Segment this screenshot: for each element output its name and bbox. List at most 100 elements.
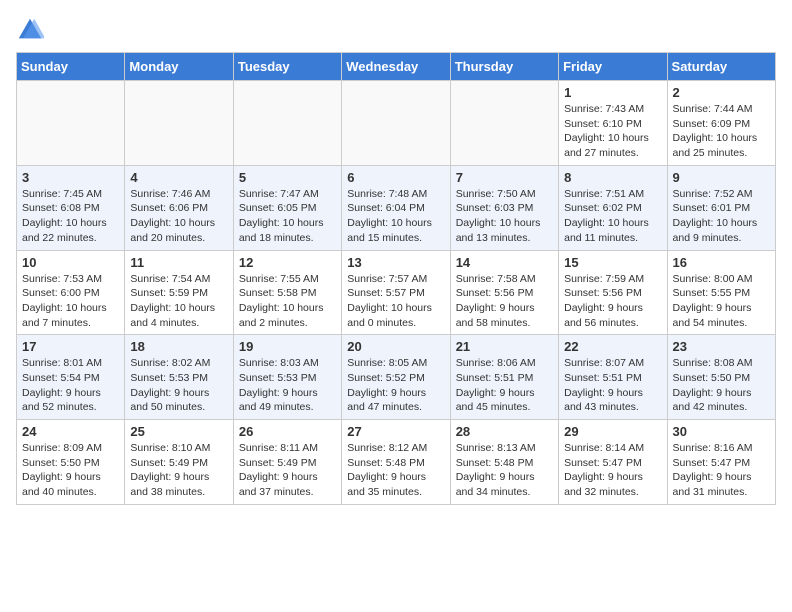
day-number: 5 [239,170,336,185]
day-info: Sunrise: 7:54 AM Sunset: 5:59 PM Dayligh… [130,272,227,331]
day-number: 2 [673,85,770,100]
day-number: 3 [22,170,119,185]
calendar-cell: 6 Sunrise: 7:48 AM Sunset: 6:04 PM Daylig… [342,165,450,250]
day-info: Sunrise: 7:53 AM Sunset: 6:00 PM Dayligh… [22,272,119,331]
calendar-table: SundayMondayTuesdayWednesdayThursdayFrid… [16,52,776,505]
day-info: Sunrise: 8:07 AM Sunset: 5:51 PM Dayligh… [564,356,661,415]
day-number: 30 [673,424,770,439]
calendar-cell: 29 Sunrise: 8:14 AM Sunset: 5:47 PM Dayli… [559,420,667,505]
day-number: 22 [564,339,661,354]
calendar-cell: 18 Sunrise: 8:02 AM Sunset: 5:53 PM Dayli… [125,335,233,420]
calendar-cell: 19 Sunrise: 8:03 AM Sunset: 5:53 PM Dayli… [233,335,341,420]
day-info: Sunrise: 8:09 AM Sunset: 5:50 PM Dayligh… [22,441,119,500]
calendar-cell: 2 Sunrise: 7:44 AM Sunset: 6:09 PM Daylig… [667,81,775,166]
day-number: 7 [456,170,553,185]
calendar-cell: 11 Sunrise: 7:54 AM Sunset: 5:59 PM Dayli… [125,250,233,335]
day-info: Sunrise: 7:47 AM Sunset: 6:05 PM Dayligh… [239,187,336,246]
day-number: 6 [347,170,444,185]
day-info: Sunrise: 8:06 AM Sunset: 5:51 PM Dayligh… [456,356,553,415]
day-number: 20 [347,339,444,354]
logo-icon [16,16,44,44]
calendar-week-row: 3 Sunrise: 7:45 AM Sunset: 6:08 PM Daylig… [17,165,776,250]
calendar-week-row: 10 Sunrise: 7:53 AM Sunset: 6:00 PM Dayli… [17,250,776,335]
calendar-body: 1 Sunrise: 7:43 AM Sunset: 6:10 PM Daylig… [17,81,776,505]
calendar-week-row: 24 Sunrise: 8:09 AM Sunset: 5:50 PM Dayli… [17,420,776,505]
day-info: Sunrise: 8:03 AM Sunset: 5:53 PM Dayligh… [239,356,336,415]
day-info: Sunrise: 7:59 AM Sunset: 5:56 PM Dayligh… [564,272,661,331]
calendar-cell: 23 Sunrise: 8:08 AM Sunset: 5:50 PM Dayli… [667,335,775,420]
calendar-cell [233,81,341,166]
day-info: Sunrise: 7:52 AM Sunset: 6:01 PM Dayligh… [673,187,770,246]
calendar-cell [342,81,450,166]
day-info: Sunrise: 7:44 AM Sunset: 6:09 PM Dayligh… [673,102,770,161]
calendar-cell: 21Sunrise: 8:06 AM Sunset: 5:51 PM Dayli… [450,335,558,420]
day-number: 10 [22,255,119,270]
day-info: Sunrise: 8:01 AM Sunset: 5:54 PM Dayligh… [22,356,119,415]
day-info: Sunrise: 8:11 AM Sunset: 5:49 PM Dayligh… [239,441,336,500]
calendar-cell: 26 Sunrise: 8:11 AM Sunset: 5:49 PM Dayli… [233,420,341,505]
day-number: 8 [564,170,661,185]
calendar-cell: 5 Sunrise: 7:47 AM Sunset: 6:05 PM Daylig… [233,165,341,250]
page-header [16,16,776,44]
day-info: Sunrise: 8:02 AM Sunset: 5:53 PM Dayligh… [130,356,227,415]
day-info: Sunrise: 7:55 AM Sunset: 5:58 PM Dayligh… [239,272,336,331]
day-number: 29 [564,424,661,439]
calendar-cell: 16 Sunrise: 8:00 AM Sunset: 5:55 PM Dayli… [667,250,775,335]
day-number: 17 [22,339,119,354]
day-number: 28 [456,424,553,439]
day-number: 18 [130,339,227,354]
calendar-week-row: 1 Sunrise: 7:43 AM Sunset: 6:10 PM Daylig… [17,81,776,166]
day-number: 24 [22,424,119,439]
day-info: Sunrise: 7:51 AM Sunset: 6:02 PM Dayligh… [564,187,661,246]
day-number: 12 [239,255,336,270]
calendar-cell: 22 Sunrise: 8:07 AM Sunset: 5:51 PM Dayli… [559,335,667,420]
calendar-cell: 27Sunrise: 8:12 AM Sunset: 5:48 PM Dayli… [342,420,450,505]
day-number: 4 [130,170,227,185]
day-info: Sunrise: 8:14 AM Sunset: 5:47 PM Dayligh… [564,441,661,500]
calendar-cell: 30 Sunrise: 8:16 AM Sunset: 5:47 PM Dayli… [667,420,775,505]
weekday-header: Thursday [450,53,558,81]
day-info: Sunrise: 8:13 AM Sunset: 5:48 PM Dayligh… [456,441,553,500]
calendar-header-row: SundayMondayTuesdayWednesdayThursdayFrid… [17,53,776,81]
day-number: 15 [564,255,661,270]
weekday-header: Sunday [17,53,125,81]
calendar-cell: 24 Sunrise: 8:09 AM Sunset: 5:50 PM Dayli… [17,420,125,505]
day-number: 11 [130,255,227,270]
day-number: 9 [673,170,770,185]
calendar-cell [450,81,558,166]
day-number: 13 [347,255,444,270]
day-info: Sunrise: 7:48 AM Sunset: 6:04 PM Dayligh… [347,187,444,246]
calendar-cell: 13Sunrise: 7:57 AM Sunset: 5:57 PM Dayli… [342,250,450,335]
day-number: 26 [239,424,336,439]
day-info: Sunrise: 7:43 AM Sunset: 6:10 PM Dayligh… [564,102,661,161]
calendar-cell: 25 Sunrise: 8:10 AM Sunset: 5:49 PM Dayli… [125,420,233,505]
day-info: Sunrise: 8:00 AM Sunset: 5:55 PM Dayligh… [673,272,770,331]
day-number: 16 [673,255,770,270]
weekday-header: Friday [559,53,667,81]
day-number: 1 [564,85,661,100]
calendar-cell: 1 Sunrise: 7:43 AM Sunset: 6:10 PM Daylig… [559,81,667,166]
calendar-cell: 14Sunrise: 7:58 AM Sunset: 5:56 PM Dayli… [450,250,558,335]
weekday-header: Tuesday [233,53,341,81]
day-number: 25 [130,424,227,439]
day-info: Sunrise: 7:50 AM Sunset: 6:03 PM Dayligh… [456,187,553,246]
day-info: Sunrise: 8:16 AM Sunset: 5:47 PM Dayligh… [673,441,770,500]
day-number: 14 [456,255,553,270]
calendar-cell: 10 Sunrise: 7:53 AM Sunset: 6:00 PM Dayli… [17,250,125,335]
calendar-cell: 12 Sunrise: 7:55 AM Sunset: 5:58 PM Dayli… [233,250,341,335]
day-info: Sunrise: 8:10 AM Sunset: 5:49 PM Dayligh… [130,441,227,500]
weekday-header: Saturday [667,53,775,81]
calendar-cell: 17 Sunrise: 8:01 AM Sunset: 5:54 PM Dayli… [17,335,125,420]
calendar-cell: 7 Sunrise: 7:50 AM Sunset: 6:03 PM Daylig… [450,165,558,250]
day-number: 23 [673,339,770,354]
calendar-cell: 20 Sunrise: 8:05 AM Sunset: 5:52 PM Dayli… [342,335,450,420]
day-info: Sunrise: 8:12 AM Sunset: 5:48 PM Dayligh… [347,441,444,500]
day-info: Sunrise: 7:45 AM Sunset: 6:08 PM Dayligh… [22,187,119,246]
calendar-cell [17,81,125,166]
calendar-cell: 15 Sunrise: 7:59 AM Sunset: 5:56 PM Dayli… [559,250,667,335]
weekday-header: Monday [125,53,233,81]
day-info: Sunrise: 8:08 AM Sunset: 5:50 PM Dayligh… [673,356,770,415]
calendar-cell: 3 Sunrise: 7:45 AM Sunset: 6:08 PM Daylig… [17,165,125,250]
day-number: 19 [239,339,336,354]
day-info: Sunrise: 8:05 AM Sunset: 5:52 PM Dayligh… [347,356,444,415]
